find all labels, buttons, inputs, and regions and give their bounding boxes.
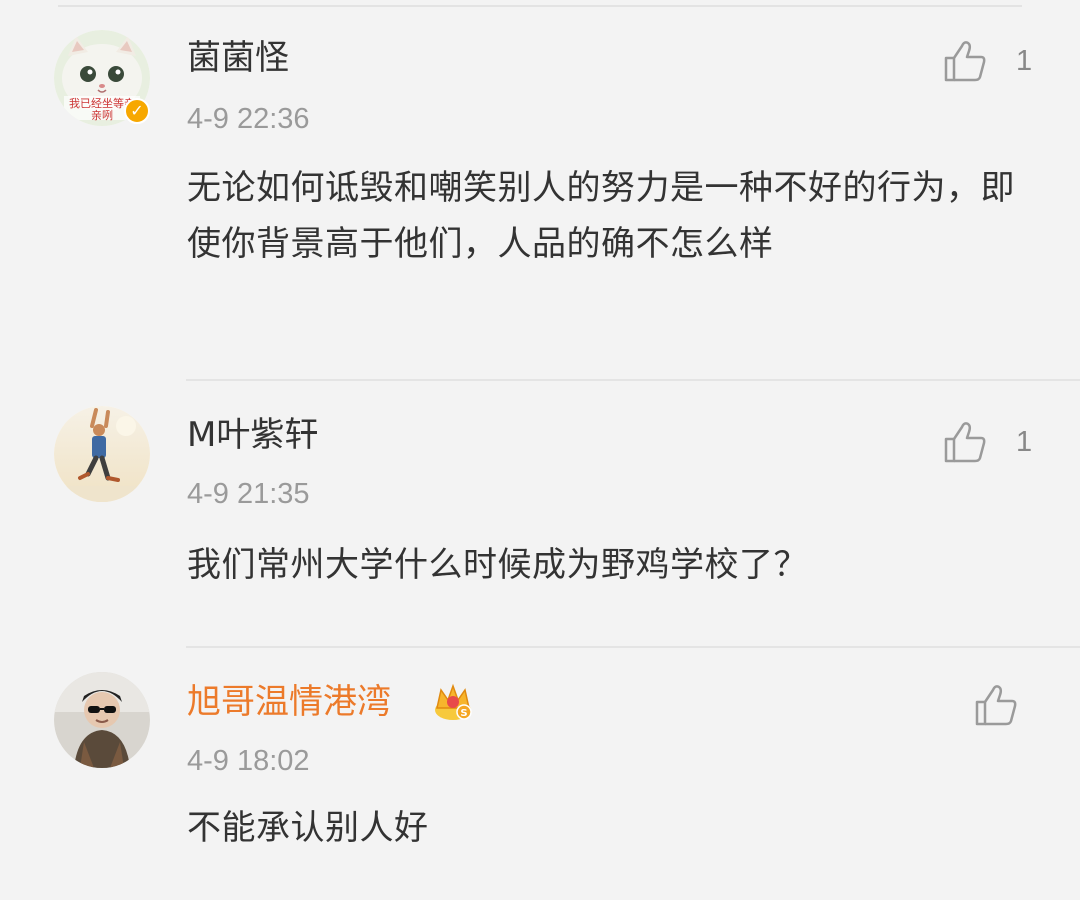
username[interactable]: M叶紫轩 <box>187 415 318 455</box>
crown-badge-icon: S <box>435 683 472 720</box>
verified-badge-icon: ✓ <box>124 98 150 124</box>
timestamp: 4-9 22:36 <box>187 103 310 135</box>
timestamp: 4-9 21:35 <box>187 478 310 510</box>
comment-item: 我已经坐等亲亲咧 ✓ 菌菌怪 4-9 22:36 无论如何诋毁和嘲笑别人的努力是… <box>0 0 1080 381</box>
thumbs-up-icon <box>975 685 1017 726</box>
like-button[interactable]: 1 <box>942 38 1032 84</box>
jumping-person-avatar-image <box>54 406 150 502</box>
comment-text: 无论如何诋毁和嘲笑别人的努力是一种不好的行为，即使你背景高于他们，人品的确不怎么… <box>187 168 1015 264</box>
avatar[interactable] <box>54 406 150 502</box>
svg-text:S: S <box>460 708 467 719</box>
username[interactable]: 菌菌怪 <box>187 38 289 78</box>
man-sunglasses-avatar-image <box>54 672 150 768</box>
like-count: 1 <box>1016 44 1033 77</box>
like-button[interactable] <box>973 682 1019 728</box>
username[interactable]: 旭哥温情港湾 <box>187 682 391 722</box>
like-button[interactable]: 1 <box>942 419 1032 465</box>
comment-item: 旭哥温情港湾 S 4-9 18:02 不能承认别人好 <box>0 648 1080 900</box>
comment-text: 不能承认别人好 <box>187 808 429 848</box>
thumbs-up-icon <box>944 422 986 463</box>
comment-text: 我们常州大学什么时候成为野鸡学校了？ <box>187 545 808 585</box>
comment-item: M叶紫轩 4-9 21:35 我们常州大学什么时候成为野鸡学校了？ 1 <box>0 381 1080 648</box>
avatar[interactable] <box>54 672 150 768</box>
thumbs-up-icon <box>944 41 986 82</box>
timestamp: 4-9 18:02 <box>187 745 310 777</box>
like-count: 1 <box>1016 425 1033 458</box>
